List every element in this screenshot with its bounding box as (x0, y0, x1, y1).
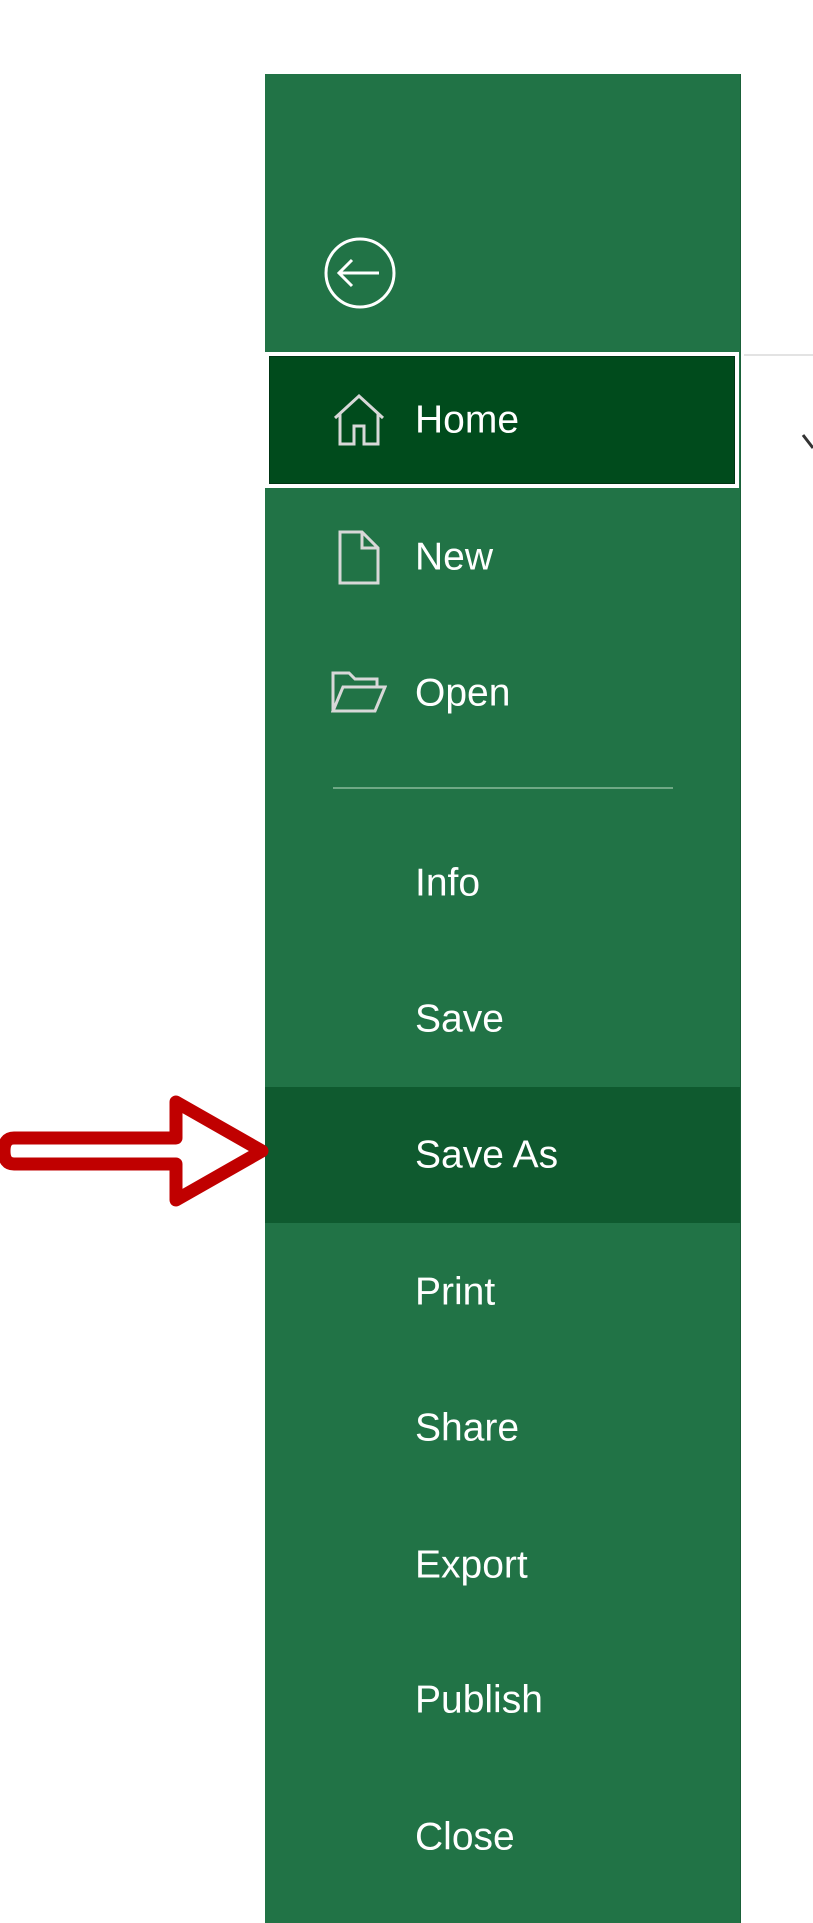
nav-item-label: Info (415, 861, 481, 905)
nav-item-label: Save (415, 997, 504, 1041)
nav-item-label: Print (415, 1270, 496, 1314)
nav-item-label: Export (415, 1543, 528, 1587)
back-arrow-circle-icon (324, 237, 396, 309)
content-header-divider (744, 354, 813, 356)
callout-arrow (0, 1088, 272, 1214)
nav-item-label: Open (415, 671, 511, 715)
nav-item-info[interactable]: Info (265, 815, 740, 951)
nav-item-publish[interactable]: Publish (265, 1632, 740, 1768)
nav-item-print[interactable]: Print (265, 1224, 740, 1360)
nav-item-home[interactable]: Home (265, 352, 739, 488)
nav-item-save[interactable]: Save (265, 951, 740, 1087)
nav-item-save-as[interactable]: Save As (265, 1087, 740, 1223)
content-heading-clipped (801, 432, 813, 452)
new-document-icon (331, 529, 387, 585)
nav-item-close[interactable]: Close (265, 1769, 740, 1905)
nav-divider (333, 787, 673, 789)
home-icon (331, 392, 387, 448)
nav-item-export[interactable]: Export (265, 1497, 740, 1633)
nav-item-new[interactable]: New (265, 489, 740, 625)
nav-item-label: Close (415, 1815, 515, 1859)
open-folder-icon (331, 665, 387, 721)
back-button[interactable] (323, 236, 397, 310)
nav-item-open[interactable]: Open (265, 625, 740, 761)
nav-item-label: Publish (415, 1678, 543, 1722)
nav-item-label: Save As (415, 1133, 559, 1177)
nav-item-label: New (415, 535, 494, 579)
nav-item-label: Share (415, 1406, 520, 1450)
nav-item-share[interactable]: Share (265, 1360, 740, 1496)
nav-item-label: Home (415, 398, 520, 442)
